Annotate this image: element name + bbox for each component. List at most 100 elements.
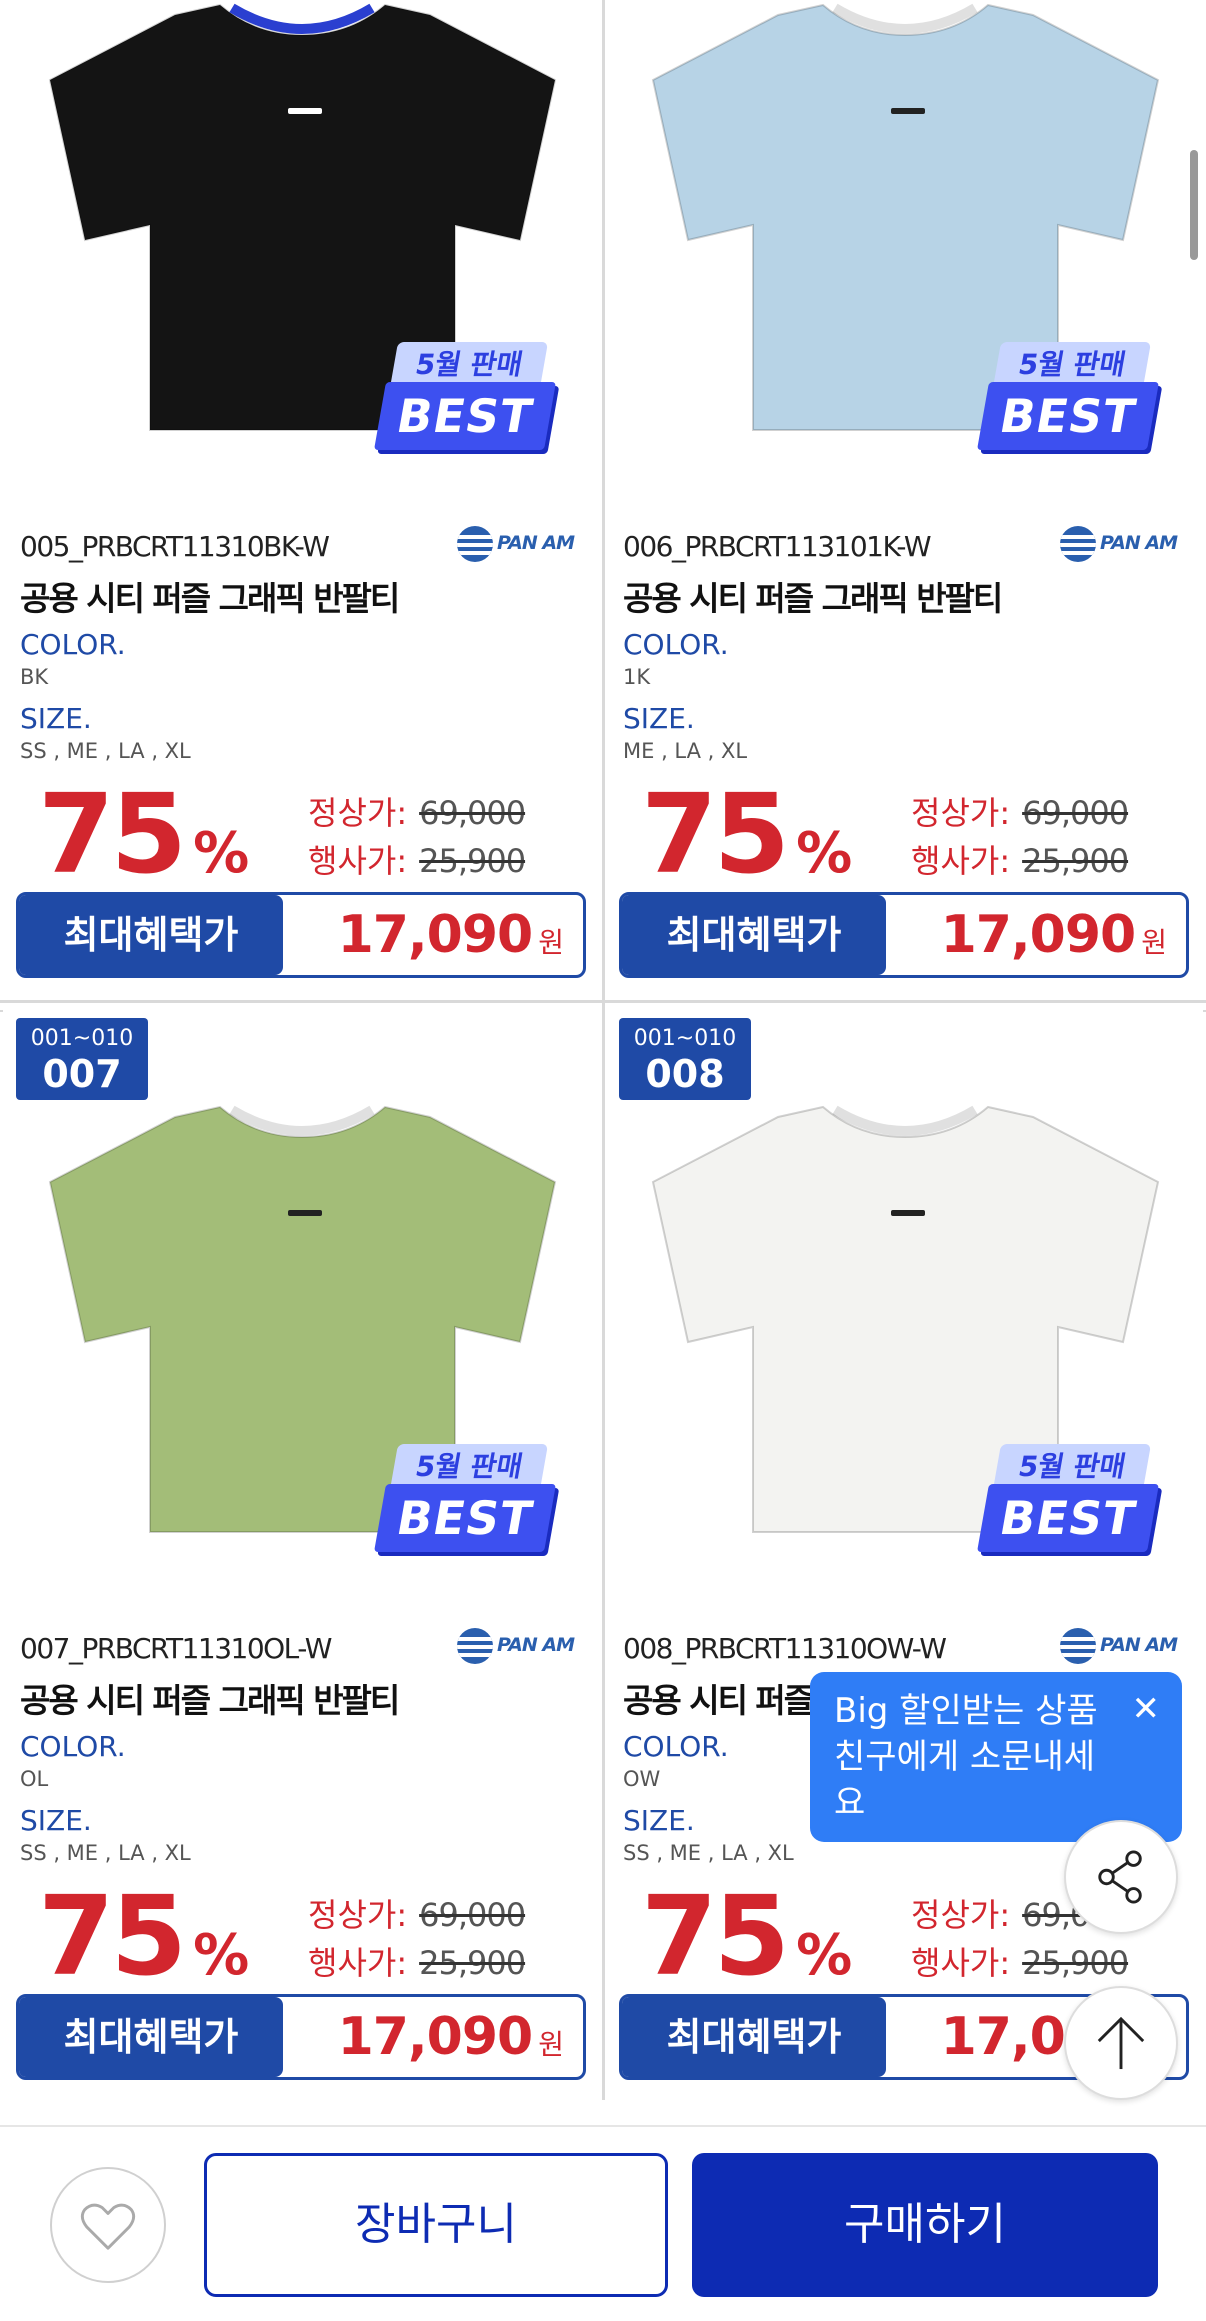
product-sku: 006_PRBCRT113101K-W <box>623 530 932 563</box>
globe-icon <box>457 526 493 562</box>
color-value: BK <box>20 665 49 689</box>
brand-name: PAN AM <box>497 532 575 554</box>
brand-name: PAN AM <box>1100 1634 1178 1656</box>
max-benefit-amount: 17,090 <box>337 905 534 965</box>
event-price: 25,900 <box>1022 1944 1129 1982</box>
event-price-label: 행사가: <box>911 842 1011 880</box>
grid-divider-horizontal <box>0 1000 1206 1003</box>
product-name[interactable]: 공용 시티 퍼즐 그래픽 반팔티 <box>20 572 400 620</box>
max-benefit-label: 최대혜택가 <box>19 1997 283 2077</box>
brand-name: PAN AM <box>1100 532 1178 554</box>
currency-unit: 원 <box>538 926 564 959</box>
price-list: 정상가: 69,000 행사가: 25,900 <box>308 788 578 884</box>
best-label: BEST <box>374 382 556 450</box>
brand-logo: PAN AM <box>1060 1626 1184 1666</box>
rank-badge: 001~010 007 <box>16 1018 148 1100</box>
share-button[interactable] <box>1064 1820 1178 1934</box>
regular-price: 69,000 <box>1022 794 1129 832</box>
rank-range: 001~010 <box>30 1026 134 1051</box>
event-price-label: 행사가: <box>911 1944 1011 1982</box>
share-tooltip: Big 할인받는 상품 친구에게 소문내세요 ✕ <box>810 1672 1182 1842</box>
brand-logo: PAN AM <box>1060 524 1184 564</box>
max-benefit-amount: 17,090 <box>940 905 1137 965</box>
max-benefit-label: 최대혜택가 <box>19 895 283 975</box>
globe-icon <box>1060 526 1096 562</box>
event-price-label: 행사가: <box>308 1944 408 1982</box>
color-label: COLOR. <box>20 628 126 661</box>
discount-unit: % <box>193 1923 250 1988</box>
color-value: OL <box>20 1767 49 1791</box>
heart-icon <box>80 2203 136 2250</box>
product-card[interactable]: 5월 판매 BEST 006_PRBCRT113101K-W PAN AM 공용… <box>603 0 1206 1010</box>
wishlist-button[interactable] <box>50 2167 166 2283</box>
scrollbar[interactable] <box>1190 150 1198 260</box>
size-value: ME , LA , XL <box>623 739 748 763</box>
max-benefit-amount: 17,090 <box>337 2007 534 2067</box>
discount-rate: 75% <box>641 770 852 898</box>
discount-unit: % <box>796 1923 853 1988</box>
discount-number: 75 <box>38 1872 187 2000</box>
brand-logo: PAN AM <box>457 1626 581 1666</box>
add-to-cart-button[interactable]: 장바구니 <box>204 2153 668 2297</box>
size-value: SS , ME , LA , XL <box>623 1841 794 1865</box>
product-sku: 007_PRBCRT11310OL-W <box>20 1632 332 1665</box>
discount-number: 75 <box>38 770 187 898</box>
rank-badge: 001~010 008 <box>619 1018 751 1100</box>
currency-unit: 원 <box>538 2028 564 2061</box>
max-benefit-price: 최대혜택가 17,090원 <box>16 1994 586 2080</box>
best-label: BEST <box>977 382 1159 450</box>
best-badge: 5월 판매 BEST <box>977 342 1159 462</box>
brand-name: PAN AM <box>497 1634 575 1656</box>
globe-icon <box>1060 1628 1096 1664</box>
regular-price-label: 정상가: <box>911 1896 1011 1934</box>
grid-divider-vertical <box>602 0 605 2100</box>
best-badge: 5월 판매 BEST <box>374 342 556 462</box>
size-label: SIZE. <box>623 702 695 735</box>
price-list: 정상가: 69,000 행사가: 25,900 <box>308 1890 578 1986</box>
product-card[interactable]: 001~010 008 5월 판매 BEST 008_PRBCRT11310OW… <box>603 1012 1206 2112</box>
product-sku: 008_PRBCRT11310OW-W <box>623 1632 947 1665</box>
share-tooltip-text: Big 할인받는 상품 친구에게 소문내세요 <box>834 1691 1098 1823</box>
best-badge: 5월 판매 BEST <box>374 1444 556 1564</box>
regular-price-label: 정상가: <box>308 1896 408 1934</box>
event-price: 25,900 <box>419 1944 526 1982</box>
regular-price-label: 정상가: <box>911 794 1011 832</box>
discount-rate: 75% <box>38 1872 249 2000</box>
discount-number: 75 <box>641 770 790 898</box>
size-value: SS , ME , LA , XL <box>20 739 191 763</box>
product-sku: 005_PRBCRT11310BK-W <box>20 530 330 563</box>
max-benefit-label: 최대혜택가 <box>622 1997 886 2077</box>
product-card[interactable]: 001~010 007 5월 판매 BEST 007_PRBCRT11310OL… <box>0 1012 603 2112</box>
brand-logo: PAN AM <box>457 524 581 564</box>
product-name[interactable]: 공용 시티 퍼즐 그래픽 반팔티 <box>623 572 1003 620</box>
regular-price: 69,000 <box>419 794 526 832</box>
color-value: OW <box>623 1767 661 1791</box>
event-price-label: 행사가: <box>308 842 408 880</box>
scroll-to-top-button[interactable] <box>1064 1986 1178 2100</box>
discount-number: 75 <box>641 1872 790 2000</box>
discount-rate: 75% <box>38 770 249 898</box>
bottom-action-bar: 장바구니 구매하기 <box>0 2125 1206 2321</box>
rank-number: 008 <box>645 1052 725 1096</box>
max-benefit-price: 최대혜택가 17,090원 <box>619 892 1189 978</box>
globe-icon <box>457 1628 493 1664</box>
color-label: COLOR. <box>20 1730 126 1763</box>
currency-unit: 원 <box>1141 926 1167 959</box>
price-list: 정상가: 69,000 행사가: 25,900 <box>911 788 1181 884</box>
product-name[interactable]: 공용 시티 퍼즐 그래픽 반팔티 <box>20 1674 400 1722</box>
size-label: SIZE. <box>20 702 92 735</box>
color-label: COLOR. <box>623 1730 729 1763</box>
close-icon[interactable]: ✕ <box>1132 1686 1161 1732</box>
size-label: SIZE. <box>623 1804 695 1837</box>
buy-now-button[interactable]: 구매하기 <box>692 2153 1158 2297</box>
product-card[interactable]: 5월 판매 BEST 005_PRBCRT11310BK-W PAN AM 공용… <box>0 0 603 1010</box>
rank-range: 001~010 <box>633 1026 737 1051</box>
discount-unit: % <box>193 821 250 886</box>
size-value: SS , ME , LA , XL <box>20 1841 191 1865</box>
max-benefit-label: 최대혜택가 <box>622 895 886 975</box>
regular-price: 69,000 <box>419 1896 526 1934</box>
max-benefit-price: 최대혜택가 17,090원 <box>16 892 586 978</box>
best-label: BEST <box>977 1484 1159 1552</box>
rank-number: 007 <box>42 1052 122 1096</box>
color-value: 1K <box>623 665 651 689</box>
